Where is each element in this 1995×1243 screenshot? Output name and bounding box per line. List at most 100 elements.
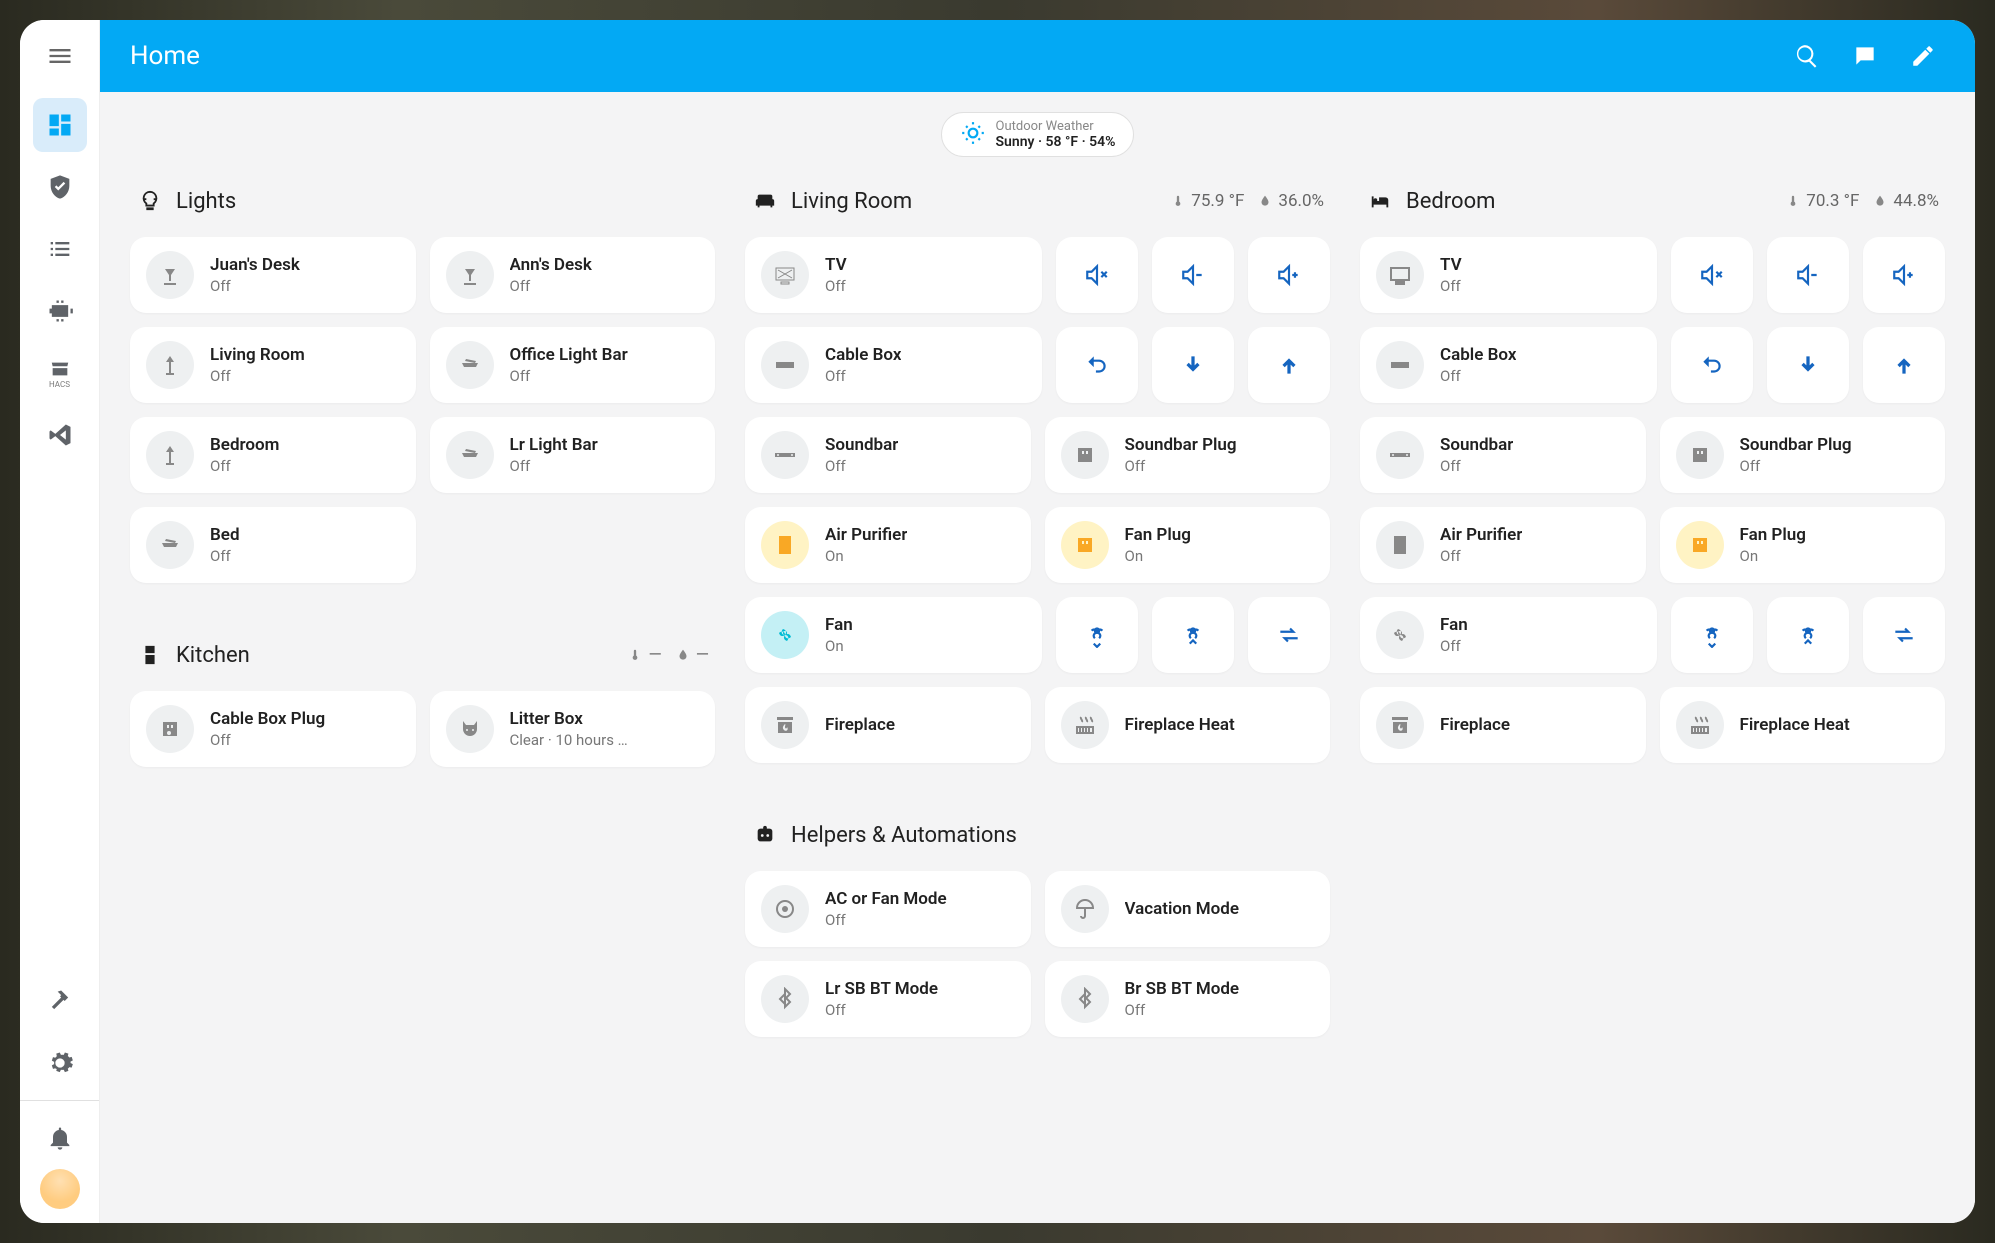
living-fan-speed-down[interactable]	[1056, 597, 1138, 673]
fan-down-icon	[1699, 622, 1725, 648]
living-fan-speed-up[interactable]	[1152, 597, 1234, 673]
bedroom-fan-speed-down[interactable]	[1671, 597, 1753, 673]
sunny-icon	[960, 120, 986, 150]
user-avatar[interactable]	[40, 1169, 80, 1209]
gear-icon	[46, 1049, 74, 1077]
bedroom-fan-oscillate[interactable]	[1863, 597, 1945, 673]
swap-icon	[1891, 622, 1917, 648]
light-juans-desk[interactable]: Juan's DeskOff	[130, 237, 416, 313]
living-tv[interactable]: TVOff	[745, 237, 1042, 313]
lightbulb-icon	[136, 187, 164, 215]
nav-hacs[interactable]: HACS	[33, 346, 87, 400]
volume-mute-icon	[1084, 262, 1110, 288]
bedroom-cable[interactable]: Cable BoxOff	[1360, 327, 1657, 403]
fireplace-icon	[761, 701, 809, 749]
bedroom-tv-mute[interactable]	[1671, 237, 1753, 313]
helper-br-sb-bt[interactable]: Br SB BT ModeOff	[1045, 961, 1331, 1037]
living-fireplace[interactable]: Fireplace	[745, 687, 1031, 763]
bedroom-fan[interactable]: FanOff	[1360, 597, 1657, 673]
set-top-box-icon	[761, 341, 809, 389]
light-bar-icon	[446, 431, 494, 479]
nav-code[interactable]	[33, 408, 87, 462]
nav-dashboard[interactable]	[33, 98, 87, 152]
light-office-bar[interactable]: Office Light BarOff	[430, 327, 716, 403]
bedroom-tv[interactable]: TVOff	[1360, 237, 1657, 313]
living-fireplace-heat[interactable]: Fireplace Heat	[1045, 687, 1331, 763]
bedroom-cable-down[interactable]	[1767, 327, 1849, 403]
living-cable-back[interactable]	[1056, 327, 1138, 403]
umbrella-icon	[1061, 885, 1109, 933]
kitchen-litter-box[interactable]: Litter BoxClear · 10 hours …	[430, 691, 716, 767]
light-anns-desk[interactable]: Ann's DeskOff	[430, 237, 716, 313]
light-lr-bar[interactable]: Lr Light BarOff	[430, 417, 716, 493]
bluetooth-icon	[761, 975, 809, 1023]
bedroom-tv-volup[interactable]	[1863, 237, 1945, 313]
helper-ac-fan-mode[interactable]: AC or Fan ModeOff	[745, 871, 1031, 947]
helper-lr-sb-bt[interactable]: Lr SB BT ModeOff	[745, 961, 1031, 1037]
living-tv-mute[interactable]	[1056, 237, 1138, 313]
living-soundbar-plug[interactable]: Soundbar PlugOff	[1045, 417, 1331, 493]
living-air-purifier[interactable]: Air PurifierOn	[745, 507, 1031, 583]
search-button[interactable]	[1785, 34, 1829, 78]
fan-icon	[1376, 611, 1424, 659]
outlet-icon	[1676, 521, 1724, 569]
nav-list[interactable]	[33, 222, 87, 276]
living-cable[interactable]: Cable BoxOff	[745, 327, 1042, 403]
living-cable-up[interactable]	[1248, 327, 1330, 403]
content: Outdoor Weather Sunny · 58 °F · 54% Ligh…	[100, 92, 1975, 1223]
search-icon	[1794, 43, 1820, 69]
nav-notifications[interactable]	[33, 1111, 87, 1165]
living-fan[interactable]: FanOn	[745, 597, 1042, 673]
air-purifier-icon	[761, 521, 809, 569]
bedroom-air-purifier[interactable]: Air PurifierOff	[1360, 507, 1646, 583]
kitchen-temp: —	[628, 645, 661, 665]
shield-icon	[46, 173, 74, 201]
assist-button[interactable]	[1843, 34, 1887, 78]
living-tv-voldown[interactable]	[1152, 237, 1234, 313]
nav-settings[interactable]	[33, 1036, 87, 1090]
soundbar-icon	[761, 431, 809, 479]
helper-vacation-mode[interactable]: Vacation Mode	[1045, 871, 1331, 947]
bedroom-fireplace-heat[interactable]: Fireplace Heat	[1660, 687, 1946, 763]
bedroom-soundbar-plug[interactable]: Soundbar PlugOff	[1660, 417, 1946, 493]
bedroom-cable-up[interactable]	[1863, 327, 1945, 403]
light-bar-icon	[446, 341, 494, 389]
bedroom-fan-speed-up[interactable]	[1767, 597, 1849, 673]
section-helpers-header: Helpers & Automations	[745, 817, 1330, 853]
living-fan-plug[interactable]: Fan PlugOn	[1045, 507, 1331, 583]
volume-down-icon	[1795, 262, 1821, 288]
living-cable-down[interactable]	[1152, 327, 1234, 403]
living-fan-oscillate[interactable]	[1248, 597, 1330, 673]
menu-button[interactable]	[38, 34, 82, 78]
living-soundbar[interactable]: SoundbarOff	[745, 417, 1031, 493]
outlet-icon	[1061, 521, 1109, 569]
nav-dev-tools[interactable]	[33, 974, 87, 1028]
nav-shield[interactable]	[33, 160, 87, 214]
fan-icon	[761, 611, 809, 659]
bedroom-fan-plug[interactable]: Fan PlugOn	[1660, 507, 1946, 583]
bedroom-fireplace[interactable]: Fireplace	[1360, 687, 1646, 763]
bell-icon	[46, 1124, 74, 1152]
living-tv-volup[interactable]	[1248, 237, 1330, 313]
section-kitchen-header: Kitchen — —	[130, 637, 715, 673]
nav-chip[interactable]	[33, 284, 87, 338]
undo-icon	[1699, 352, 1725, 378]
soundbar-icon	[1376, 431, 1424, 479]
light-bedroom[interactable]: BedroomOff	[130, 417, 416, 493]
bedroom-soundbar[interactable]: SoundbarOff	[1360, 417, 1646, 493]
weather-chip[interactable]: Outdoor Weather Sunny · 58 °F · 54%	[941, 112, 1135, 157]
set-top-box-icon	[1376, 341, 1424, 389]
fan-up-icon	[1180, 622, 1206, 648]
kitchen-cable-plug[interactable]: Cable Box PlugOff	[130, 691, 416, 767]
light-bed[interactable]: BedOff	[130, 507, 416, 583]
fan-up-icon	[1795, 622, 1821, 648]
fridge-icon	[136, 641, 164, 669]
light-living-room[interactable]: Living RoomOff	[130, 327, 416, 403]
edit-button[interactable]	[1901, 34, 1945, 78]
bedroom-tv-voldown[interactable]	[1767, 237, 1849, 313]
bedroom-cable-back[interactable]	[1671, 327, 1753, 403]
hammer-icon	[46, 987, 74, 1015]
volume-up-icon	[1276, 262, 1302, 288]
weather-title: Outdoor Weather	[996, 119, 1116, 134]
chip-icon	[46, 297, 74, 325]
